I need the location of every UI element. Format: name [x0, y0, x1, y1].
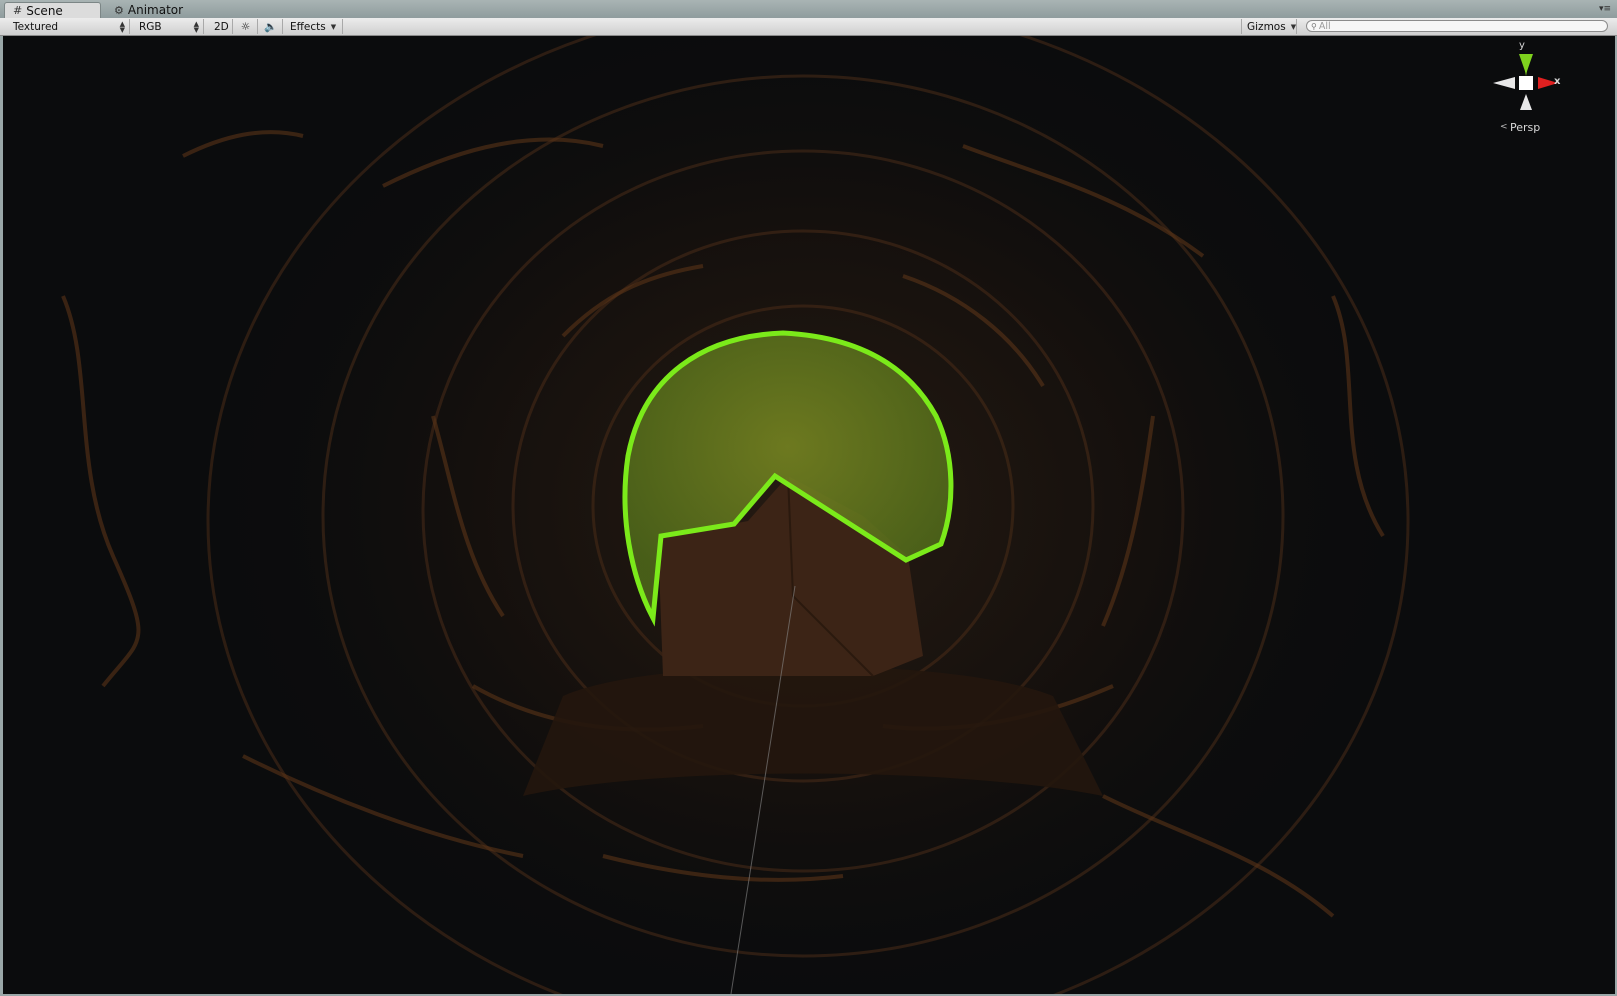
panel-menu-icon[interactable]: ▾≡	[1599, 4, 1611, 14]
draw-mode-dropdown[interactable]: Textured ▲ ▼	[8, 19, 130, 34]
tab-animator-label: Animator	[127, 3, 184, 17]
draw-mode-value: Textured	[13, 20, 59, 33]
scene-viewport[interactable]: y x < Persp	[3, 36, 1615, 994]
effects-label: Effects	[290, 20, 326, 33]
animator-icon: ⚙	[114, 3, 124, 17]
gizmo-y-label: y	[1519, 40, 1525, 51]
back-arrow-icon: <	[1500, 122, 1508, 132]
gizmos-dropdown[interactable]: Gizmos ▼	[1241, 19, 1297, 34]
updown-arrows-icon: ▲ ▼	[119, 19, 125, 34]
tab-strip: # Scene ⚙ Animator ▾≡	[0, 0, 1617, 18]
projection-label[interactable]: Persp	[1510, 121, 1540, 134]
grid-icon: #	[13, 4, 23, 17]
effects-dropdown[interactable]: Effects ▼	[285, 19, 343, 34]
scene-toolbar: Textured ▲ ▼ RGB ▲ ▼ 2D ☼ 🔈 Effects ▼ Gizm…	[0, 18, 1617, 36]
cave-scene-render	[61, 36, 1558, 994]
gizmos-label: Gizmos	[1247, 20, 1286, 33]
updown-arrows-icon: ▲ ▼	[193, 19, 199, 34]
toggle-2d-button[interactable]: 2D	[209, 19, 233, 34]
chevron-down-icon: ▼	[1290, 22, 1297, 31]
sun-icon: ☼	[240, 20, 251, 33]
hierarchy-search-input[interactable]: ⚲ All	[1306, 20, 1608, 32]
render-mode-dropdown[interactable]: RGB ▲ ▼	[134, 19, 204, 34]
search-placeholder: All	[1318, 20, 1331, 32]
tab-scene[interactable]: # Scene	[4, 2, 101, 18]
tab-animator[interactable]: ⚙ Animator	[106, 2, 196, 18]
speaker-icon: 🔈	[263, 21, 278, 33]
toggle-2d-label: 2D	[214, 20, 229, 33]
lighting-toggle[interactable]: ☼	[234, 19, 258, 34]
tab-scene-label: Scene	[26, 3, 63, 18]
scene-orientation-gizmo[interactable]	[1493, 54, 1558, 110]
gizmo-x-label: x	[1554, 76, 1561, 87]
chevron-down-icon: ▼	[330, 22, 337, 31]
render-mode-value: RGB	[139, 20, 162, 33]
audio-toggle[interactable]: 🔈	[259, 19, 283, 34]
search-icon: ⚲	[1311, 21, 1317, 31]
